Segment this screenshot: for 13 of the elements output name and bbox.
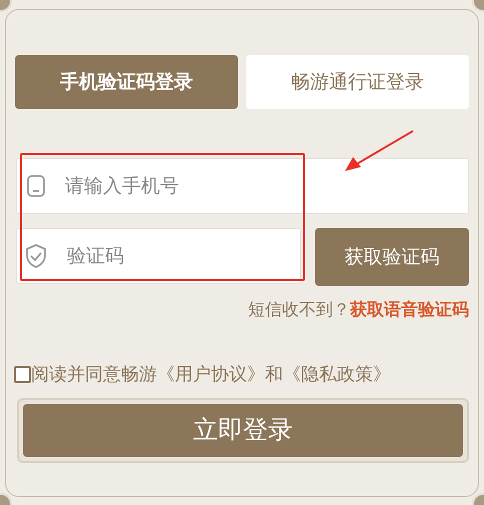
shield-check-icon: [25, 244, 47, 268]
code-field[interactable]: 验证码: [16, 228, 301, 284]
login-tab[interactable]: 畅游通行证登录: [246, 55, 469, 109]
agreement-text: 阅读并同意畅游《用户协议》和《隐私政策》: [31, 362, 391, 386]
login-button[interactable]: 立即登录: [23, 404, 463, 456]
login-tab[interactable]: 手机验证码登录: [15, 55, 238, 109]
phone-icon: [27, 175, 45, 197]
annotation-arrow: [343, 129, 415, 173]
get-code-button[interactable]: 获取验证码: [315, 228, 469, 286]
hint-text: 短信收不到？: [248, 299, 350, 322]
phone-field[interactable]: 请输入手机号: [16, 158, 469, 214]
agreement-checkbox[interactable]: [14, 366, 31, 382]
voice-code-link[interactable]: 获取语音验证码: [350, 298, 469, 324]
